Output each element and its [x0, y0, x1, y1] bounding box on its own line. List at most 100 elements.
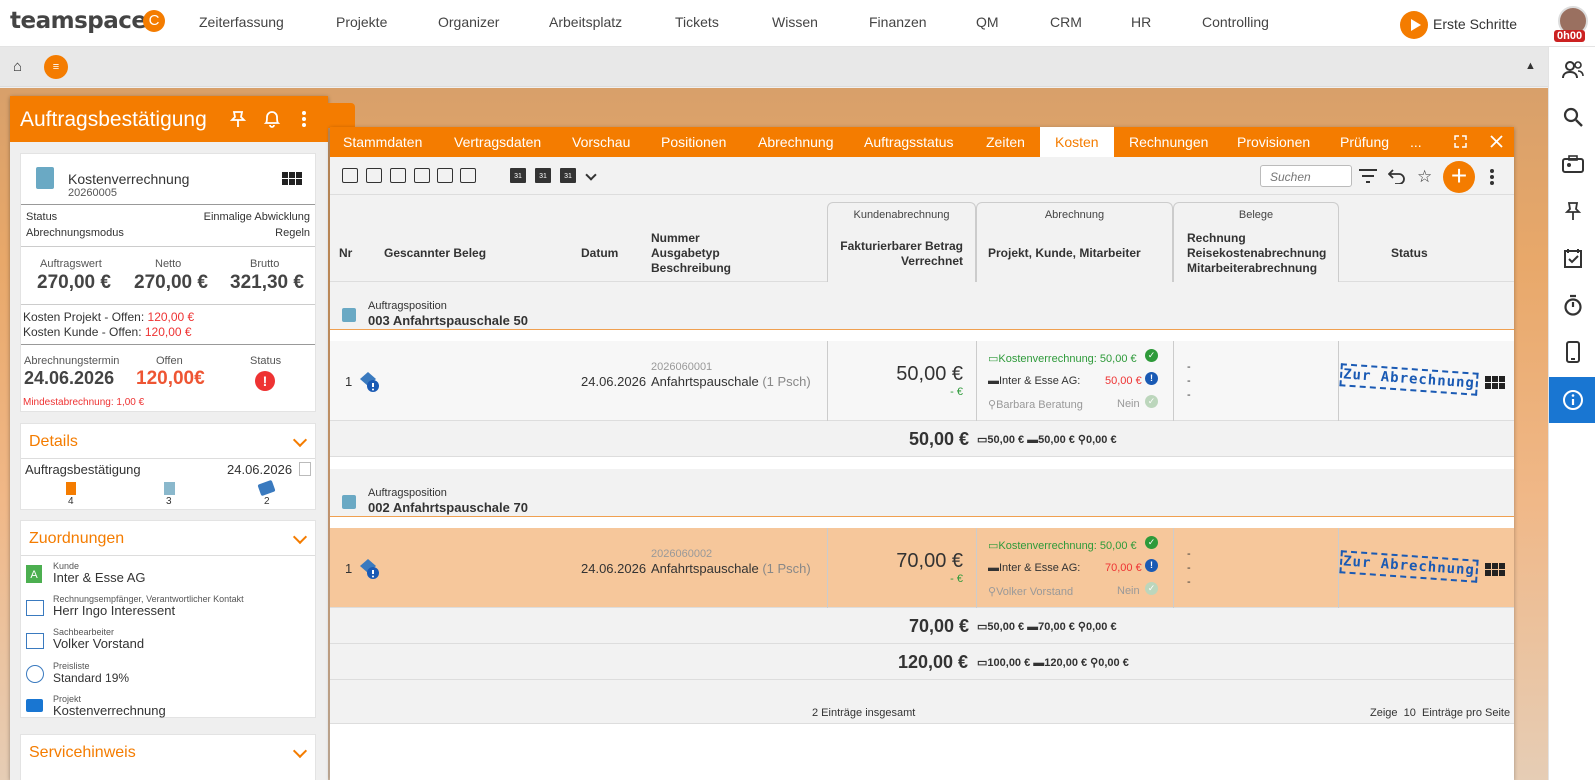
pin-icon[interactable] [1549, 188, 1595, 234]
header-status[interactable]: Status [1391, 246, 1428, 261]
home-icon[interactable]: ⌂ [13, 58, 22, 75]
header-reise[interactable]: Reisekostenabrechnung [1187, 246, 1326, 261]
menu-icon[interactable]: ≡ [44, 55, 68, 79]
header-fakt[interactable]: Fakturierbarer Betrag [840, 239, 963, 254]
header-rechnung[interactable]: Rechnung [1187, 231, 1246, 246]
nav-zeiterfassung[interactable]: Zeiterfassung [199, 14, 284, 30]
mobile-icon[interactable] [1549, 329, 1595, 375]
tab-kosten[interactable]: Kosten [1040, 127, 1114, 157]
tab-rechnungen[interactable]: Rechnungen [1129, 134, 1208, 150]
document-count-icon[interactable] [66, 482, 76, 495]
tab-zeiten[interactable]: Zeiten [986, 134, 1025, 150]
scanned-receipt-icon[interactable] [358, 558, 382, 580]
more-vertical-icon[interactable] [1489, 168, 1495, 189]
tab-more[interactable]: ... [1410, 134, 1422, 150]
search-list-icon[interactable] [366, 168, 382, 183]
tab-abrechnung[interactable]: Abrechnung [758, 134, 834, 150]
nav-wissen[interactable]: Wissen [772, 14, 818, 30]
header-datum[interactable]: Datum [581, 246, 618, 261]
table-row-selected[interactable]: 1 24.06.2026 2026060002 Anfahrtspauschal… [330, 528, 1514, 608]
scanned-receipt-icon[interactable] [358, 371, 382, 393]
tile-view-icon[interactable] [414, 168, 430, 183]
close-icon[interactable] [1490, 135, 1503, 151]
assign-value-projekt[interactable]: Kostenverrechnung [53, 703, 166, 718]
calendar-week-icon[interactable]: 31 [535, 168, 551, 183]
tab-positionen[interactable]: Positionen [661, 134, 726, 150]
row-typ: Anfahrtspauschale (1 Psch) [651, 374, 811, 389]
grid-menu-icon[interactable] [282, 172, 302, 185]
kosten-kunde-row: Kosten Kunde - Offen: 120,00 € [23, 325, 192, 339]
nav-controlling[interactable]: Controlling [1202, 14, 1269, 30]
nav-hr[interactable]: HR [1131, 14, 1151, 30]
chevron-down-icon[interactable] [292, 432, 308, 448]
chevron-down-icon[interactable] [292, 529, 308, 545]
star-icon[interactable]: ☆ [1417, 167, 1432, 187]
nav-crm[interactable]: CRM [1050, 14, 1082, 30]
filter-icon[interactable] [1359, 169, 1377, 186]
header-nr[interactable]: Nr [339, 246, 352, 261]
assign-value-empfaenger[interactable]: Herr Ingo Interessent [53, 603, 175, 618]
collapse-up-icon[interactable]: ▲ [1525, 60, 1536, 72]
info-icon[interactable] [1549, 377, 1595, 423]
page-size-select[interactable]: 10 [1404, 707, 1416, 719]
card-view-icon[interactable] [460, 168, 476, 183]
table-view-icon[interactable] [437, 168, 453, 183]
assign-value-preisliste[interactable]: Standard 19% [53, 671, 129, 685]
chart-view-icon[interactable] [390, 168, 406, 183]
calendar-icon[interactable]: 31 [510, 168, 526, 183]
add-button[interactable]: + [1443, 161, 1475, 193]
page-size-row: Zeige 10 Einträge pro Seite [1370, 707, 1511, 719]
header-mitarbeiter[interactable]: Mitarbeiterabrechnung [1187, 261, 1317, 276]
nav-organizer[interactable]: Organizer [438, 14, 499, 30]
nav-finanzen[interactable]: Finanzen [869, 14, 927, 30]
tab-stammdaten[interactable]: Stammdaten [343, 134, 422, 150]
header-pkm[interactable]: Projekt, Kunde, Mitarbeiter [988, 246, 1141, 261]
chevron-down-icon[interactable] [585, 169, 597, 181]
nav-tickets[interactable]: Tickets [675, 14, 719, 30]
grid-menu-icon[interactable] [1485, 376, 1505, 389]
bell-icon[interactable] [263, 110, 281, 133]
header-verrechnet[interactable]: Verrechnet [901, 254, 963, 269]
tab-auftragsstatus[interactable]: Auftragsstatus [864, 134, 954, 150]
chevron-down-icon[interactable] [292, 743, 308, 759]
receipt-count-icon[interactable] [164, 482, 175, 495]
undo-icon[interactable] [1387, 168, 1406, 187]
nav-qm[interactable]: QM [976, 14, 999, 30]
tab-vertragsdaten[interactable]: Vertragsdaten [454, 134, 541, 150]
more-vertical-icon[interactable] [301, 110, 307, 133]
list-view-icon[interactable] [342, 168, 358, 183]
tag-count-icon[interactable] [257, 479, 276, 497]
grid-menu-icon[interactable] [1485, 563, 1505, 576]
row-kunde-betrag: 50,00 € [1105, 375, 1142, 387]
row-verrechnet: - € [950, 386, 963, 398]
nav-projekte[interactable]: Projekte [336, 14, 387, 30]
search-icon[interactable] [1549, 94, 1595, 140]
header-beschreibung[interactable]: Beschreibung [651, 261, 731, 276]
assign-value-sachbearbeiter[interactable]: Volker Vorstand [53, 636, 144, 651]
tab-vorschau[interactable]: Vorschau [572, 134, 630, 150]
details-doc[interactable]: Auftragsbestätigung [25, 462, 141, 477]
header-nummer[interactable]: Nummer [651, 231, 700, 246]
search-input[interactable]: Suchen [1260, 165, 1352, 187]
row-typ: Anfahrtspauschale (1 Psch) [651, 561, 811, 576]
tab-pruefung[interactable]: Prüfung [1340, 134, 1389, 150]
pdf-icon[interactable] [299, 462, 311, 476]
assignments-title[interactable]: Zuordnungen [29, 530, 124, 548]
app-logo[interactable]: teamspace [10, 8, 147, 34]
nav-arbeitsplatz[interactable]: Arbeitsplatz [549, 14, 622, 30]
expand-icon[interactable] [1454, 135, 1467, 151]
tab-provisionen[interactable]: Provisionen [1237, 134, 1310, 150]
stopwatch-icon[interactable] [1549, 282, 1595, 328]
timer-badge[interactable]: 0h00 [1554, 30, 1586, 42]
tasks-icon[interactable] [1549, 235, 1595, 281]
table-row[interactable]: 1 24.06.2026 2026060001 Anfahrtspauschal… [330, 341, 1514, 421]
header-ausgabetyp[interactable]: Ausgabetyp [651, 246, 720, 261]
id-card-icon[interactable] [1549, 141, 1595, 187]
details-title[interactable]: Details [29, 433, 78, 451]
calendar-month-icon[interactable]: 31 [560, 168, 576, 183]
service-note-title[interactable]: Servicehinweis [29, 744, 136, 762]
contacts-icon[interactable] [1549, 47, 1595, 93]
assign-value-kunde[interactable]: Inter & Esse AG [53, 570, 146, 585]
header-beleg[interactable]: Gescannter Beleg [384, 246, 486, 261]
pin-icon[interactable] [229, 110, 247, 133]
